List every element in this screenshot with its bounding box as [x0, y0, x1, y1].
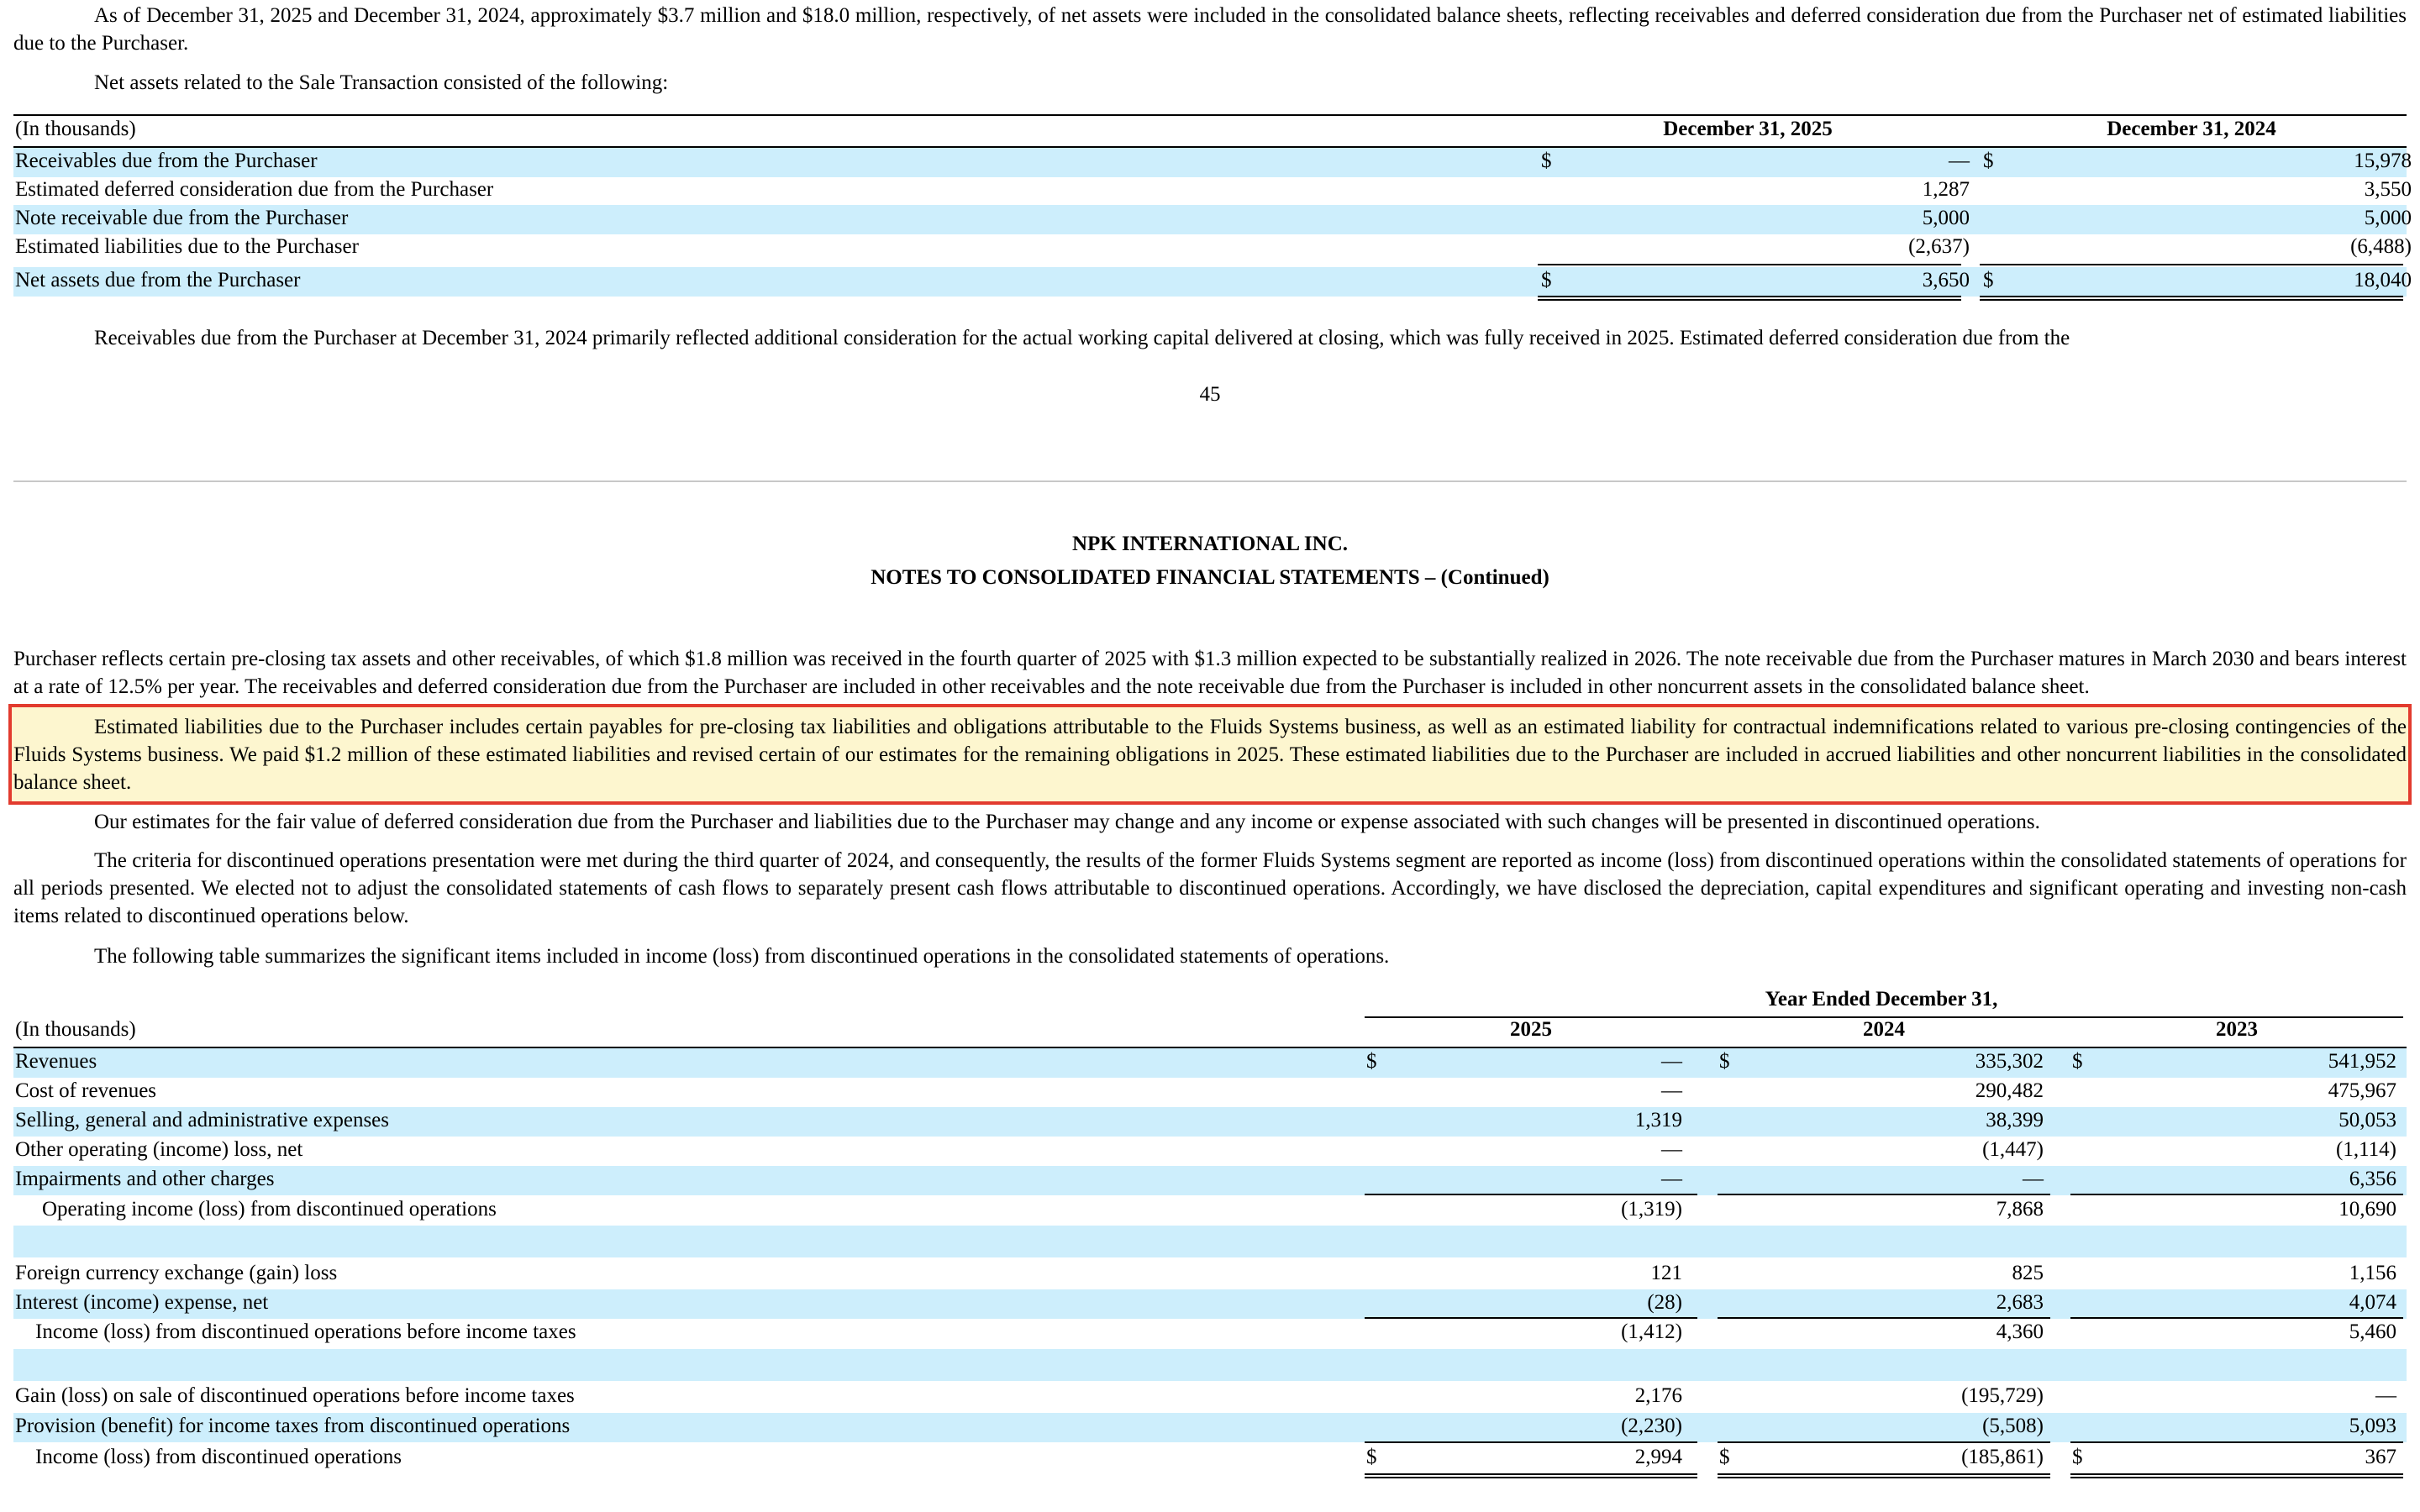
table-row: Interest (income) expense, net (28) 2,68…: [13, 1289, 2407, 1319]
table-row: Foreign currency exchange (gain) loss 12…: [15, 1262, 2396, 1284]
estimates-paragraph: Our estimates for the fair value of defe…: [94, 811, 2040, 833]
table-row: Income (loss) from discontinued operatio…: [35, 1320, 2396, 1343]
table-row-spacer: [13, 1349, 2407, 1381]
period-header: Year Ended December 31,: [1765, 988, 1998, 1011]
purchaser-paragraph: Purchaser reflects certain pre-closing t…: [13, 648, 2407, 698]
criteria-paragraph: The criteria for discontinued operations…: [13, 849, 2407, 927]
company-name: NPK INTERNATIONAL INC.: [1071, 533, 1349, 555]
row-label: Receivables due from the Purchaser: [15, 150, 318, 172]
table-row: Operating income (loss) from discontinue…: [42, 1198, 2396, 1221]
receivables-paragraph: Receivables due from the Purchaser at De…: [94, 327, 2070, 349]
intro-paragraph: As of December 31, 2025 and December 31,…: [13, 4, 2407, 55]
table2-col2-header: 2024: [1863, 1018, 1905, 1041]
net-assets-intro: Net assets related to the Sale Transacti…: [94, 71, 669, 94]
table2-unit-label: (In thousands): [15, 1018, 136, 1041]
table-row: Receivables due from the Purchaser $ — $…: [13, 148, 2412, 177]
page-divider: [13, 480, 2407, 482]
table2-col3-header: 2023: [2216, 1018, 2258, 1041]
estimated-liabilities-paragraph: Estimated liabilities due to the Purchas…: [13, 716, 2407, 794]
table-row: Net assets due from the Purchaser $ 3,65…: [13, 267, 2412, 297]
table-row: Other operating (income) loss, net — (1,…: [15, 1138, 2396, 1161]
table-row-spacer: [13, 1226, 2407, 1257]
summary-paragraph: The following table summarizes the signi…: [94, 945, 1390, 968]
table-row: Cost of revenues — 290,482 475,967: [15, 1079, 2396, 1102]
table2-col1-header: 2025: [1510, 1018, 1552, 1041]
table-row: Impairments and other charges — — 6,356: [13, 1166, 2407, 1195]
page-number: 45: [1199, 383, 1221, 406]
notes-title: NOTES TO CONSOLIDATED FINANCIAL STATEMEN…: [871, 566, 1549, 589]
table1-unit-label: (In thousands): [15, 118, 136, 140]
table-row: Income (loss) from discontinued operatio…: [35, 1446, 2396, 1468]
table-row: Selling, general and administrative expe…: [13, 1107, 2407, 1137]
table-row: Gain (loss) on sale of discontinued oper…: [15, 1384, 2396, 1407]
table-row: Estimated liabilities due to the Purchas…: [15, 235, 2412, 258]
table-row: Estimated deferred consideration due fro…: [15, 178, 2412, 201]
table-row: Revenues $ — $ 335,302 $ 541,952: [13, 1048, 2407, 1078]
table1-col2-header: December 31, 2024: [2107, 118, 2276, 140]
table-row: Note receivable due from the Purchaser 5…: [13, 205, 2412, 234]
table-row: Provision (benefit) for income taxes fro…: [13, 1413, 2407, 1442]
table1-col1-header: December 31, 2025: [1663, 118, 1833, 140]
